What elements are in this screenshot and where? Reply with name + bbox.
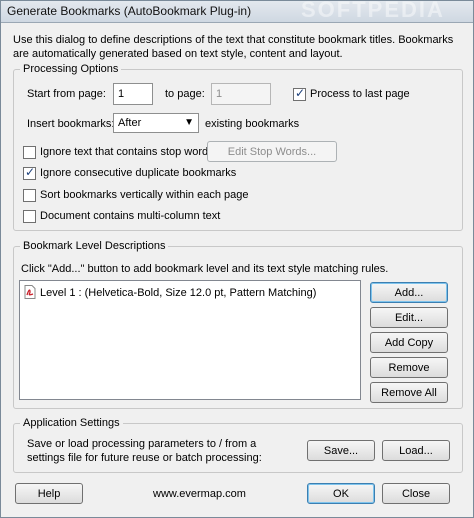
sort-vertically-label: Sort bookmarks vertically within each pa… [40,189,249,201]
application-settings-description: Save or load processing parameters to / … [27,438,262,464]
intro-text: Use this dialog to define descriptions o… [13,34,454,60]
edit-level-button[interactable]: Edit... [370,307,448,328]
bookmark-levels-hint: Click "Add..." button to add bookmark le… [21,263,389,275]
start-page-label: Start from page: [27,88,106,100]
ok-button[interactable]: OK [307,483,375,504]
checkmark-icon: ✓ [295,86,306,100]
insert-position-select[interactable]: After ▼ [113,113,199,133]
insert-bookmarks-label: Insert bookmarks: [27,118,115,130]
multicolumn-checkbox[interactable] [23,210,36,223]
list-item-label: Level 1 : (Helvetica-Bold, Size 12.0 pt,… [40,287,317,299]
existing-bookmarks-label: existing bookmarks [205,118,300,130]
website-link[interactable]: www.evermap.com [153,488,246,500]
to-page-input[interactable] [211,83,271,105]
ignore-stop-words-label: Ignore text that contains stop words: [40,146,217,158]
close-button[interactable]: Close [382,483,450,504]
remove-all-button[interactable]: Remove All [370,382,448,403]
load-settings-button[interactable]: Load... [382,440,450,461]
chevron-down-icon: ▼ [184,117,194,128]
bookmark-levels-list[interactable]: Level 1 : (Helvetica-Bold, Size 12.0 pt,… [19,280,361,400]
save-settings-button[interactable]: Save... [307,440,375,461]
dialog-window: Generate Bookmarks (AutoBookmark Plug-in… [0,0,474,518]
ignore-duplicates-checkbox[interactable]: ✓ [23,165,36,180]
remove-level-button[interactable]: Remove [370,357,448,378]
ignore-stop-words-checkbox[interactable] [23,146,36,159]
window-title: Generate Bookmarks (AutoBookmark Plug-in… [7,4,252,18]
help-button[interactable]: Help [15,483,83,504]
bookmark-levels-label: Bookmark Level Descriptions [20,240,169,252]
process-last-page-label: Process to last page [310,88,410,100]
process-last-page-checkbox[interactable]: ✓ [293,86,306,101]
watermark: SOFTPEDIA [301,0,445,22]
pdf-document-icon [24,285,36,299]
list-item[interactable]: Level 1 : (Helvetica-Bold, Size 12.0 pt,… [24,285,316,299]
ignore-duplicates-label: Ignore consecutive duplicate bookmarks [40,167,237,179]
title-bar[interactable]: Generate Bookmarks (AutoBookmark Plug-in… [1,0,473,23]
application-settings-label: Application Settings [20,417,123,429]
processing-options-label: Processing Options [20,63,122,75]
edit-stop-words-button[interactable]: Edit Stop Words... [207,141,337,162]
add-copy-button[interactable]: Add Copy [370,332,448,353]
add-level-button[interactable]: Add... [370,282,448,303]
start-page-input[interactable] [113,83,153,105]
insert-position-value: After [118,117,142,129]
to-page-label: to page: [165,88,205,100]
sort-vertically-checkbox[interactable] [23,189,36,202]
multicolumn-label: Document contains multi-column text [40,210,221,222]
checkmark-icon: ✓ [25,165,36,179]
